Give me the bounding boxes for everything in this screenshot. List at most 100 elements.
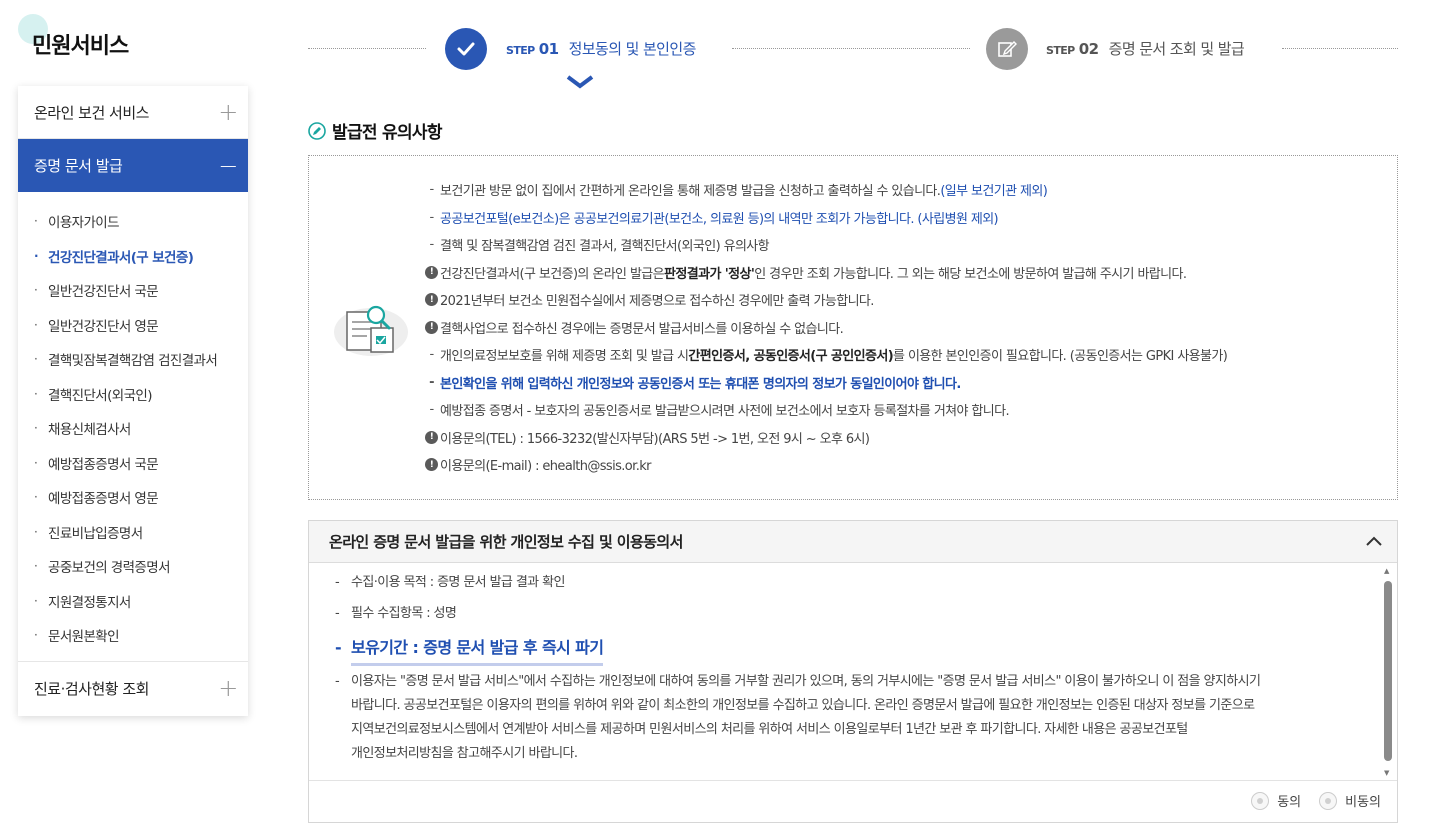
dash-icon: - <box>335 575 340 590</box>
list-item: ! 이용문의(TEL) : 1566-3232(발신자부담)(ARS 5번 -> … <box>423 424 1383 452</box>
dash-icon: - <box>335 606 340 621</box>
sidebar-item-health-result[interactable]: · 건강진단결과서(구 보건증) <box>18 239 248 274</box>
minus-icon[interactable]: − <box>218 152 238 180</box>
list-item: - 본인확인을 위해 입력하신 개인정보와 공동인증서 또는 휴대폰 명의자의 정… <box>423 369 1383 397</box>
list-item: - 예방접종 증명서 - 보호자의 공동인증서로 발급받으시려면 사전에 보건소에… <box>423 396 1383 424</box>
notice-text: 공공보건포털(e보건소)은 공공보건의료기관(보건소, 의료원 등)의 내역만 … <box>440 211 999 227</box>
list-item: - 수집·이용 목적 : 증명 문서 발급 결과 확인 <box>335 571 1365 595</box>
warning-icon: ! <box>425 458 438 472</box>
bullet-icon: · <box>34 352 38 367</box>
bullet-icon: · <box>34 421 38 436</box>
dash-icon: - <box>429 402 434 418</box>
sidebar-item-verify[interactable]: · 문서원본확인 <box>18 618 248 653</box>
sidebar: 온라인 보건 서비스 + 증명 문서 발급 − · 이용자가이드 · 건강진단결과서… <box>18 86 248 716</box>
sidebar-item-label: 문서원본확인 <box>48 629 120 646</box>
notice-text: 건강진단결과서(구 보건증)의 온라인 발급은 <box>440 266 665 282</box>
consent-body[interactable]: - 수집·이용 목적 : 증명 문서 발급 결과 확인 - 필수 수집항목 : 성명… <box>309 563 1397 781</box>
notice-box: - 보건기관 방문 없이 집에서 간편하게 온라인을 통해 제증명 발급을 신청하… <box>308 155 1398 500</box>
sidebar-menu-certificate[interactable]: 증명 문서 발급 − <box>18 139 248 192</box>
step-divider <box>1282 48 1398 49</box>
sidebar-item-label: 건강진단결과서(구 보건증) <box>48 249 194 266</box>
document-search-icon <box>333 298 409 358</box>
disagree-radio[interactable]: 비동의 <box>1319 791 1381 810</box>
sidebar-item-label: 일반건강진단서 영문 <box>48 318 159 335</box>
list-item: - 결핵 및 잠복결핵감염 검진 결과서, 결핵진단서(외국인) 유의사항 <box>423 231 1383 259</box>
radio-label: 비동의 <box>1345 795 1381 810</box>
notice-text: 이용문의(E-mail) : ehealth@ssis.or.kr <box>440 459 652 475</box>
notice-list: - 보건기관 방문 없이 집에서 간편하게 온라인을 통해 제증명 발급을 신청하… <box>423 176 1383 479</box>
step2-label: STEP 02 증명 문서 조회 및 발급 <box>1046 38 1245 59</box>
sidebar-item-vaccine-en[interactable]: · 예방접종증명서 영문 <box>18 480 248 515</box>
dash-icon: - <box>429 374 434 390</box>
notice-text: 2021년부터 보건소 민원접수실에서 제증명으로 접수하신 경우에만 출력 가… <box>440 294 874 310</box>
bullet-icon: · <box>34 317 38 332</box>
radio-label: 동의 <box>1277 795 1302 810</box>
scrollbar-thumb[interactable] <box>1384 581 1392 761</box>
sidebar-item-tb-result[interactable]: · 결핵및잠복결핵감염 검진결과서 <box>18 342 248 377</box>
sidebar-item-label: 공중보건의 경력증명서 <box>48 560 171 577</box>
warning-icon: ! <box>425 430 438 444</box>
list-item: - 이용자는 "증명 문서 발급 서비스"에서 수집하는 개인정보에 대하여 동… <box>335 670 1365 766</box>
consent-rights: 이용자는 "증명 문서 발급 서비스"에서 수집하는 개인정보에 대하여 동의를… <box>351 670 1261 766</box>
sidebar-item-payment[interactable]: · 진료비납입증명서 <box>18 515 248 550</box>
sidebar-item-label: 채용신체검사서 <box>48 422 131 439</box>
plus-icon[interactable]: + <box>218 674 238 702</box>
list-item: ! 결핵사업으로 접수하신 경우에는 증명문서 발급서비스를 이용하실 수 없습니… <box>423 314 1383 342</box>
sidebar-item-general-en[interactable]: · 일반건강진단서 영문 <box>18 308 248 343</box>
warning-icon-wrap: ! <box>423 458 440 472</box>
sidebar-menu-label: 증명 문서 발급 <box>34 157 123 175</box>
sidebar-item-user-guide[interactable]: · 이용자가이드 <box>18 204 248 239</box>
scrollbar[interactable]: ▲ ▼ <box>1383 567 1393 777</box>
agree-radio[interactable]: 동의 <box>1251 791 1301 810</box>
step-word: STEP <box>506 44 535 57</box>
dash-icon: - <box>429 209 434 225</box>
sidebar-item-general-kr[interactable]: · 일반건강진단서 국문 <box>18 273 248 308</box>
consent-text: 개인정보처리방침을 참고해주시기 바랍니다. <box>351 746 578 761</box>
consent-text: 수집·이용 목적 : 증명 문서 발급 결과 확인 <box>351 575 565 590</box>
notice-text: 를 이용한 본인인증이 필요합니다. (공동인증서는 GPKI 사용불가) <box>893 349 1228 365</box>
consent-radio-group: 동의 비동의 <box>1233 791 1381 810</box>
sidebar-menu-online-health[interactable]: 온라인 보건 서비스 + <box>18 86 248 139</box>
sidebar-item-label: 일반건강진단서 국문 <box>48 284 159 301</box>
warning-icon: ! <box>425 320 438 334</box>
consent-text: 필수 수집항목 : 성명 <box>351 606 457 621</box>
step2-edit-icon <box>986 28 1028 70</box>
consent-text: 지역보건의료정보시스템에서 연계받아 서비스를 제공하며 민원서비스의 처리를 … <box>351 722 1188 737</box>
sidebar-item-label: 결핵및잠복결핵감염 검진결과서 <box>48 353 218 370</box>
sidebar-item-employment[interactable]: · 채용신체검사서 <box>18 411 248 446</box>
dash-icon: - <box>335 638 342 657</box>
notice-emphasis: 판정결과가 '정상' <box>664 266 755 282</box>
sidebar-item-vaccine-kr[interactable]: · 예방접종증명서 국문 <box>18 446 248 481</box>
radio-circle-icon[interactable] <box>1319 791 1338 810</box>
step-number: 02 <box>1078 40 1099 58</box>
sidebar-item-support[interactable]: · 지원결정통지서 <box>18 584 248 619</box>
list-item: ! 2021년부터 보건소 민원접수실에서 제증명으로 접수하신 경우에만 출력 … <box>423 286 1383 314</box>
warning-icon-wrap: ! <box>423 293 440 307</box>
bullet-icon: · <box>34 283 38 298</box>
sidebar-item-tb-foreign[interactable]: · 결핵진단서(외국인) <box>18 377 248 412</box>
sidebar-item-label: 이용자가이드 <box>48 215 120 232</box>
sidebar-item-label: 예방접종증명서 국문 <box>48 456 159 473</box>
scroll-up-icon[interactable]: ▲ <box>1384 567 1389 575</box>
dash-icon: - <box>429 347 434 363</box>
step-divider <box>308 48 426 49</box>
notice-text: 보건기관 방문 없이 집에서 간편하게 온라인을 통해 제증명 발급을 신청하고… <box>440 184 941 200</box>
consent-list: - 수집·이용 목적 : 증명 문서 발급 결과 확인 - 필수 수집항목 : 성명… <box>335 571 1365 766</box>
chevron-up-icon[interactable] <box>1365 533 1383 551</box>
sidebar-item-career[interactable]: · 공중보건의 경력증명서 <box>18 549 248 584</box>
notice-title-text: 발급전 유의사항 <box>332 123 443 143</box>
list-item: - 필수 수집항목 : 성명 <box>335 602 1365 626</box>
step-text: 정보동의 및 본인인증 <box>568 40 697 58</box>
sidebar-menu-treatment[interactable]: 진료·검사현황 조회 + <box>18 662 248 715</box>
bullet-icon: · <box>34 455 38 470</box>
plus-icon[interactable]: + <box>218 98 238 126</box>
radio-circle-icon[interactable] <box>1251 791 1270 810</box>
notice-text: 결핵 및 잠복결핵감염 검진 결과서, 결핵진단서(외국인) 유의사항 <box>440 239 770 255</box>
bullet-icon: · <box>34 214 38 229</box>
bullet-icon: · <box>34 593 38 608</box>
warning-icon-wrap: ! <box>423 265 440 279</box>
notice-title: 발급전 유의사항 <box>308 118 443 143</box>
consent-header[interactable]: 온라인 증명 문서 발급을 위한 개인정보 수집 및 이용동의서 <box>309 521 1397 563</box>
scroll-down-icon[interactable]: ▼ <box>1384 769 1389 777</box>
list-item: - 공공보건포털(e보건소)은 공공보건의료기관(보건소, 의료원 등)의 내역만… <box>423 204 1383 232</box>
